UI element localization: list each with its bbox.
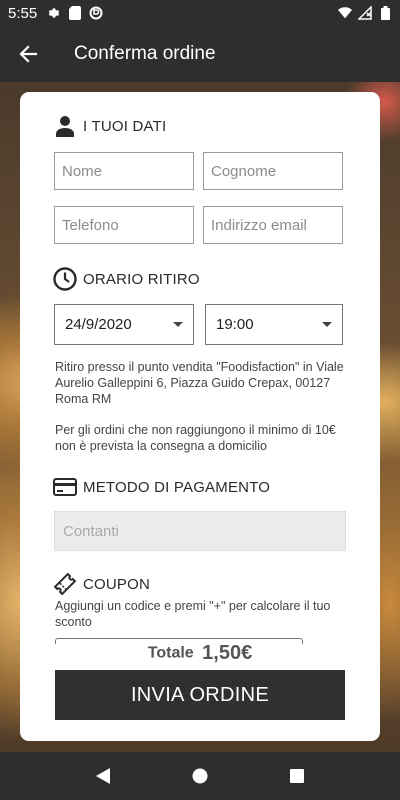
payment-method-heading: METODO DI PAGAMENTO <box>53 475 270 499</box>
minimum-order-note: Per gli ordini che non raggiungono il mi… <box>55 423 336 453</box>
pickup-date-select[interactable]: 24/9/2020 <box>54 304 194 345</box>
data-saver-icon <box>89 6 103 20</box>
nav-back-icon <box>96 768 111 784</box>
total-label: Totale <box>147 644 194 662</box>
email-field[interactable] <box>203 206 343 244</box>
wifi-icon <box>338 6 352 20</box>
page-title: Conferma ordine <box>74 43 216 64</box>
no-signal-icon <box>358 6 372 20</box>
back-button[interactable] <box>0 26 56 82</box>
status-time: 5:55 <box>8 4 38 22</box>
payment-method-field[interactable]: Contanti <box>54 511 346 551</box>
first-name-field[interactable] <box>54 152 194 190</box>
status-bar: 5:55 <box>0 0 400 26</box>
payment-method-heading-label: METODO DI PAGAMENTO <box>83 478 271 496</box>
nav-recents-icon <box>289 769 304 783</box>
order-form-card: I TUOI DATI ORARIO RITIRO 24/9/2020 19:0… <box>20 92 380 741</box>
first-name-input[interactable] <box>62 162 186 180</box>
nav-home-button[interactable] <box>180 756 220 796</box>
pickup-time-value: 19:00 <box>216 316 254 333</box>
ticket-icon <box>53 572 77 596</box>
pickup-time-heading: ORARIO RITIRO <box>53 267 200 291</box>
phone-field[interactable] <box>54 206 194 244</box>
pickup-time-select[interactable]: 19:00 <box>205 304 343 345</box>
pickup-time-heading-label: ORARIO RITIRO <box>83 270 200 288</box>
app-bar: Conferma ordine <box>0 26 400 82</box>
arrow-back-icon <box>19 45 38 63</box>
total-value: 1,50€ <box>202 642 253 664</box>
nav-home-icon <box>192 768 208 784</box>
credit-card-icon <box>53 475 77 499</box>
chevron-down-icon <box>173 322 183 327</box>
settings-icon <box>47 6 61 20</box>
submit-order-button[interactable]: INVIA ORDINE <box>55 670 345 720</box>
sim-card-icon <box>68 6 82 20</box>
payment-method-value: Contanti <box>63 522 119 540</box>
coupon-hint: Aggiungi un codice e premi "+" per calco… <box>55 599 331 629</box>
battery-icon <box>378 6 392 20</box>
last-name-field[interactable] <box>203 152 343 190</box>
chevron-down-icon <box>322 322 332 327</box>
email-input[interactable] <box>211 216 335 234</box>
personal-data-heading-label: I TUOI DATI <box>83 117 167 135</box>
last-name-input[interactable] <box>211 162 335 180</box>
clock-icon <box>53 267 77 291</box>
nav-recents-button[interactable] <box>277 756 317 796</box>
phone-input[interactable] <box>62 216 186 234</box>
nav-back-button[interactable] <box>83 756 123 796</box>
pickup-date-value: 24/9/2020 <box>65 316 132 333</box>
system-nav-bar <box>0 752 400 800</box>
personal-data-heading: I TUOI DATI <box>53 114 166 138</box>
person-icon <box>53 114 77 138</box>
coupon-heading-label: COUPON <box>83 575 151 593</box>
order-total: Totale 1,50€ <box>20 642 380 665</box>
coupon-heading: COUPON <box>53 572 150 596</box>
pickup-address-note: Ritiro presso il punto vendita "Foodisfa… <box>55 360 344 406</box>
